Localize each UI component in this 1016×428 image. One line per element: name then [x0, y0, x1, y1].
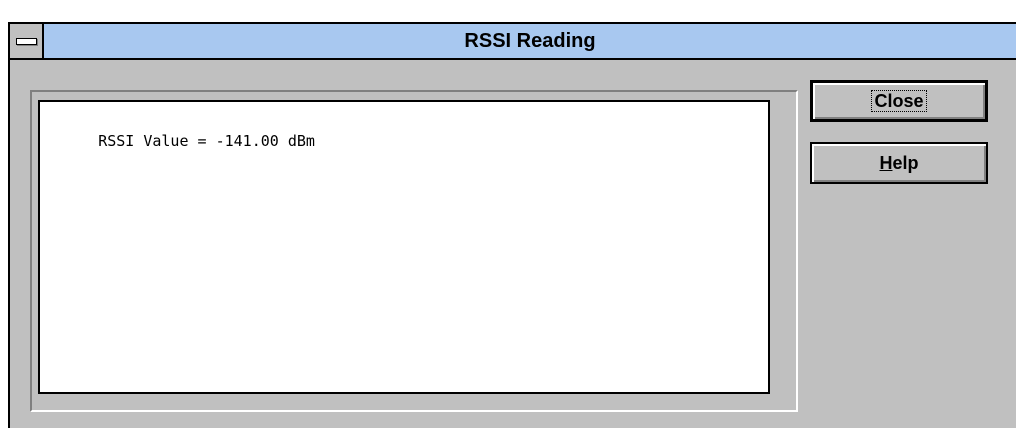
close-button-label: Close [871, 90, 927, 112]
title-bar[interactable]: RSSI Reading [10, 24, 1016, 60]
help-label-rest: elp [892, 152, 919, 173]
help-mnemonic: H [879, 152, 893, 173]
help-button[interactable]: Help [810, 142, 988, 184]
help-button-label: Help [879, 153, 918, 174]
rssi-output-textbox[interactable]: RSSI Value = -141.00 dBm [38, 100, 770, 394]
window-title: RSSI Reading [464, 30, 596, 52]
output-frame: RSSI Value = -141.00 dBm [30, 90, 798, 412]
system-menu-button[interactable] [10, 24, 44, 58]
system-menu-icon [16, 38, 37, 45]
close-button[interactable]: Close [810, 80, 988, 122]
rssi-value-text: RSSI Value = -141.00 dBm [98, 132, 315, 150]
rssi-reading-dialog: RSSI Reading RSSI Value = -141.00 dBm Cl… [8, 22, 1016, 428]
